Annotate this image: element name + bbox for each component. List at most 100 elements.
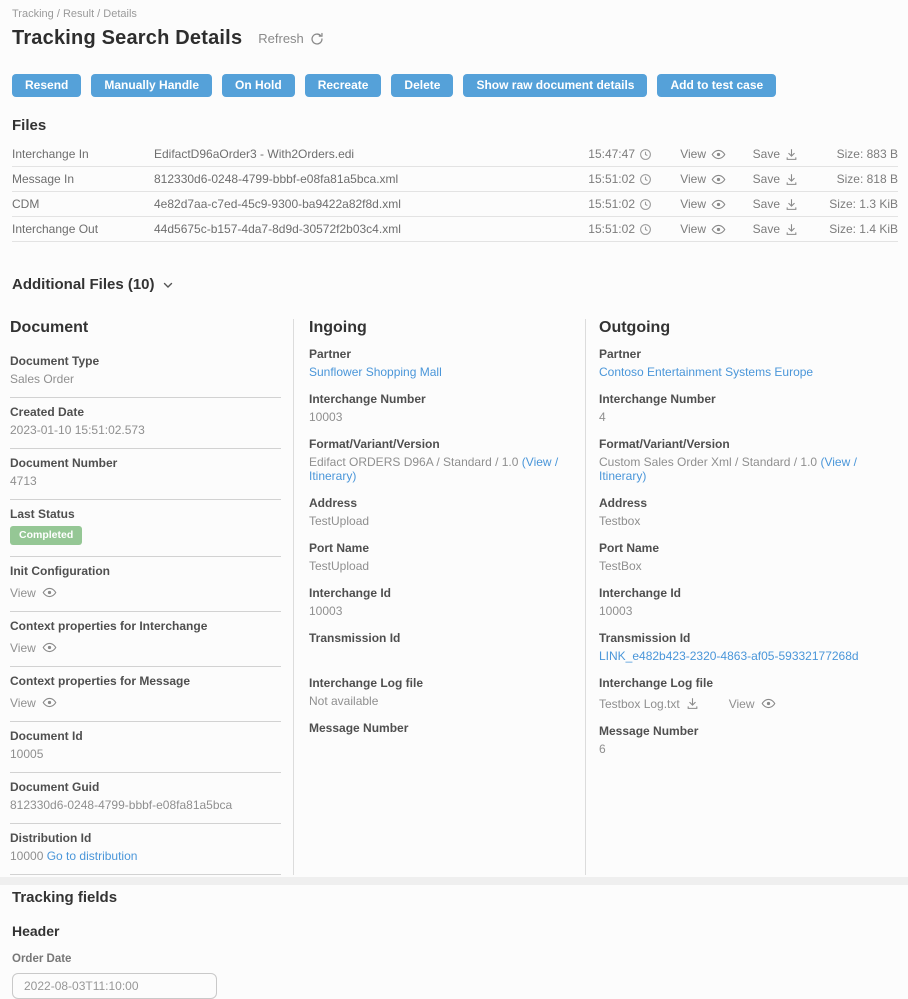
field-value: 812330d6-0248-4799-bbbf-e08fa81a5bca — [10, 798, 281, 812]
eye-icon — [711, 222, 726, 237]
field-value: TestUpload — [309, 514, 575, 528]
ingoing-column: Ingoing Partner Sunflower Shopping Mall … — [293, 319, 585, 875]
context-properties-message-field: Context properties for Message View — [10, 667, 281, 722]
document-id-field: Document Id 10005 — [10, 722, 281, 773]
ingoing-message-number-field: Message Number — [309, 721, 575, 753]
init-configuration-view-button[interactable]: View — [10, 585, 57, 600]
paren: ) — [352, 469, 356, 483]
add-to-test-case-button[interactable]: Add to test case — [657, 74, 776, 97]
field-value: Testbox — [599, 514, 898, 528]
outgoing-format-view-link[interactable]: View — [824, 455, 850, 469]
field-label: Port Name — [599, 541, 898, 555]
file-label: Interchange Out — [12, 222, 154, 236]
outgoing-format-itinerary-link[interactable]: Itinerary — [599, 469, 642, 483]
log-file-row: Testbox Log.txt View — [599, 696, 898, 711]
file-view-button[interactable]: View — [652, 197, 726, 212]
eye-icon[interactable] — [761, 696, 776, 711]
outgoing-partner-link[interactable]: Contoso Entertainment Systems Europe — [599, 365, 813, 379]
order-date-input[interactable] — [12, 973, 217, 999]
additional-files-toggle[interactable]: Additional Files (10) — [10, 276, 898, 293]
ingoing-port-name-field: Port Name TestUpload — [309, 541, 575, 573]
file-save-button[interactable]: Save — [726, 222, 798, 236]
ingoing-format-view-link[interactable]: View — [526, 455, 552, 469]
field-label: Document Type — [10, 354, 281, 368]
field-value: 10005 — [10, 747, 281, 761]
file-row-interchange-in: Interchange In EdifactD96aOrder3 - With2… — [12, 142, 898, 167]
ingoing-format-itinerary-link[interactable]: Itinerary — [309, 469, 352, 483]
file-name: 4e82d7aa-c7ed-45c9-9300-ba9422a82f8d.xml — [154, 197, 566, 211]
field-label: Context properties for Interchange — [10, 619, 281, 633]
resend-button[interactable]: Resend — [12, 74, 81, 97]
outgoing-format-field: Format/Variant/Version Custom Sales Orde… — [599, 437, 898, 483]
outgoing-transmission-id-field: Transmission Id LINK_e482b423-2320-4863-… — [599, 631, 898, 663]
file-time: 15:51:02 — [566, 172, 652, 186]
field-label: Document Guid — [10, 780, 281, 794]
field-label: Created Date — [10, 405, 281, 419]
file-time-text: 15:51:02 — [588, 222, 635, 236]
field-value: Not available — [309, 694, 575, 708]
field-label: Interchange Number — [309, 392, 575, 406]
details-columns: Document Document Type Sales Order Creat… — [10, 319, 898, 875]
order-date-label: Order Date — [12, 953, 898, 965]
go-to-distribution-link[interactable]: Go to distribution — [47, 849, 138, 863]
field-label: Transmission Id — [599, 631, 898, 645]
eye-icon — [42, 695, 57, 710]
file-view-button[interactable]: View — [652, 172, 726, 187]
field-label: Init Configuration — [10, 564, 281, 578]
field-label: Transmission Id — [309, 631, 575, 645]
file-time: 15:51:02 — [566, 222, 652, 236]
field-label: Interchange Log file — [309, 676, 575, 690]
download-icon — [785, 223, 798, 236]
file-view-button[interactable]: View — [652, 222, 726, 237]
refresh-icon — [310, 32, 324, 46]
clock-icon — [639, 173, 652, 186]
field-value: 6 — [599, 742, 898, 756]
show-raw-document-details-button[interactable]: Show raw document details — [463, 74, 647, 97]
field-value: 10003 — [599, 604, 898, 618]
file-name: EdifactD96aOrder3 - With2Orders.edi — [154, 147, 566, 161]
file-save-button[interactable]: Save — [726, 197, 798, 211]
download-icon[interactable] — [686, 697, 699, 710]
field-label: Partner — [599, 347, 898, 361]
tracking-header-title: Header — [12, 923, 898, 939]
field-value: 4 — [599, 410, 898, 424]
context-message-view-button[interactable]: View — [10, 695, 57, 710]
log-view-label[interactable]: View — [729, 697, 755, 711]
separator: / — [850, 455, 857, 469]
context-interchange-view-button[interactable]: View — [10, 640, 57, 655]
outgoing-address-field: Address Testbox — [599, 496, 898, 528]
breadcrumb[interactable]: Tracking / Result / Details — [10, 0, 898, 20]
outgoing-interchange-number-field: Interchange Number 4 — [599, 392, 898, 424]
file-save-button[interactable]: Save — [726, 147, 798, 161]
context-properties-interchange-field: Context properties for Interchange View — [10, 612, 281, 667]
transmission-id-link[interactable]: LINK_e482b423-2320-4863-af05-59332177268… — [599, 649, 859, 663]
field-label: Port Name — [309, 541, 575, 555]
eye-icon — [42, 585, 57, 600]
file-size: Size: 1.4 KiB — [798, 222, 898, 236]
outgoing-column: Outgoing Partner Contoso Entertainment S… — [585, 319, 898, 875]
eye-icon — [711, 197, 726, 212]
file-size: Size: 883 B — [798, 147, 898, 161]
save-label: Save — [753, 147, 780, 161]
recreate-button[interactable]: Recreate — [305, 74, 382, 97]
save-label: Save — [753, 197, 780, 211]
field-label: Interchange Number — [599, 392, 898, 406]
refresh-button[interactable]: Refresh — [258, 31, 324, 46]
eye-icon — [42, 640, 57, 655]
field-label: Interchange Id — [599, 586, 898, 600]
ingoing-interchange-id-field: Interchange Id 10003 — [309, 586, 575, 618]
field-value — [309, 649, 575, 663]
field-label: Distribution Id — [10, 831, 281, 845]
file-time-text: 15:47:47 — [588, 147, 635, 161]
delete-button[interactable]: Delete — [391, 74, 453, 97]
file-name: 812330d6-0248-4799-bbbf-e08fa81a5bca.xml — [154, 172, 566, 186]
ingoing-partner-link[interactable]: Sunflower Shopping Mall — [309, 365, 442, 379]
file-view-button[interactable]: View — [652, 147, 726, 162]
file-size: Size: 818 B — [798, 172, 898, 186]
additional-files-title: Additional Files (10) — [12, 276, 155, 293]
file-save-button[interactable]: Save — [726, 172, 798, 186]
manually-handle-button[interactable]: Manually Handle — [91, 74, 212, 97]
on-hold-button[interactable]: On Hold — [222, 74, 295, 97]
file-row-cdm: CDM 4e82d7aa-c7ed-45c9-9300-ba9422a82f8d… — [12, 192, 898, 217]
field-label: Document Number — [10, 456, 281, 470]
